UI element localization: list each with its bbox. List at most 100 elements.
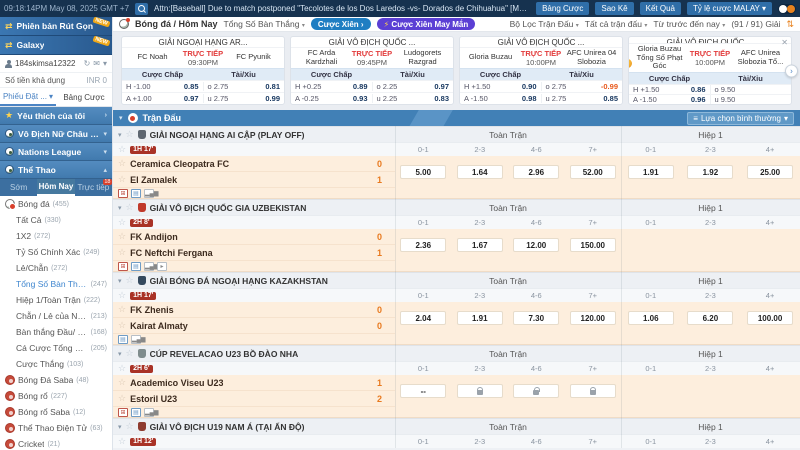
sidebar-tab-Sớm[interactable]: Sớm xyxy=(0,179,37,196)
favorite-star-icon[interactable]: ☆ xyxy=(118,144,126,155)
section-league-title[interactable]: ▾☆CÚP REVELACAO U23 BỒ ĐÀO NHA xyxy=(113,348,395,359)
market-dropdown[interactable]: Tổng Số Bàn Thắng ▾ xyxy=(224,19,305,29)
lucky-parlay-button[interactable]: ⚡ Cược Xiên May Mắn xyxy=(377,18,476,30)
statement-button[interactable]: Sao Kê xyxy=(595,2,633,15)
favorite-star-icon[interactable]: ☆ xyxy=(126,129,134,140)
odds-button[interactable]: 1.06 xyxy=(628,311,674,325)
chart-icon[interactable]: ▂▄▆ xyxy=(144,262,154,271)
favorite-star-icon[interactable]: ☆ xyxy=(126,202,134,213)
search-icon[interactable] xyxy=(135,3,148,15)
statistics-icon[interactable]: ▤ xyxy=(118,335,128,344)
team-row[interactable]: ☆Academico Viseu U231 xyxy=(113,375,395,391)
sidebar-tab-Trực tiếp[interactable]: Trực tiếp18 xyxy=(75,179,112,196)
sidebar-item[interactable]: Cược Thắng(103) xyxy=(0,356,112,372)
favorite-star-icon[interactable]: ☆ xyxy=(118,393,126,404)
parlay-button[interactable]: Cược Xiên › xyxy=(311,18,371,30)
odds-button[interactable]: 7.30 xyxy=(513,311,559,325)
over-under-cell[interactable]: o 2.75-0.99 xyxy=(541,82,623,91)
favorite-star-icon[interactable]: ☆ xyxy=(118,231,126,242)
odds-button[interactable]: 2.04 xyxy=(400,311,446,325)
bet-list-button[interactable]: Bảng Cược xyxy=(536,2,589,15)
sidebar-section-2[interactable]: Nations League▾ xyxy=(0,143,112,161)
bet-list-tab[interactable]: Bảng Cược xyxy=(56,93,112,102)
odds-button[interactable]: 2.36 xyxy=(400,238,446,252)
team-row[interactable]: ☆El Zamalek1 xyxy=(113,172,395,188)
all-matches-dropdown[interactable]: Tất cả trận đấu ▾ xyxy=(585,19,648,29)
odds-grid-icon[interactable]: ⊞ xyxy=(118,262,128,271)
sidebar-item[interactable]: Bóng rổ Saba(12) xyxy=(0,404,112,420)
over-under-cell[interactable]: o 9.50 xyxy=(710,85,792,94)
over-under-cell[interactable]: u 2.250.83 xyxy=(372,94,454,103)
over-under-cell[interactable]: o 2.750.81 xyxy=(203,82,285,91)
odds-button[interactable]: 100.00 xyxy=(747,311,793,325)
odds-button[interactable]: 1.92 xyxy=(687,165,733,179)
over-under-cell[interactable]: u 2.750.99 xyxy=(203,94,285,103)
odds-button[interactable]: 120.00 xyxy=(570,311,616,325)
favorite-star-icon[interactable]: ☆ xyxy=(118,304,126,315)
mail-icon[interactable]: ✉ xyxy=(93,59,100,68)
odds-button[interactable]: 6.20 xyxy=(687,311,733,325)
favorite-star-icon[interactable]: ☆ xyxy=(126,421,134,432)
over-under-cell[interactable]: o 2.250.97 xyxy=(372,82,454,91)
team-row[interactable]: ☆Ceramica Cleopatra FC0 xyxy=(113,156,395,172)
handicap-cell[interactable]: A -1.500.98 xyxy=(460,94,541,103)
handicap-cell[interactable]: H +0.250.89 xyxy=(291,82,372,91)
odds-button[interactable]: 1.91 xyxy=(457,311,503,325)
odds-button[interactable]: 5.00 xyxy=(400,165,446,179)
favorite-star-icon[interactable]: ☆ xyxy=(118,320,126,331)
compact-version-banner[interactable]: ⇄ Phiên bản Rút Gọn NEW xyxy=(0,17,112,36)
sidebar-item[interactable]: Chẵn / Lẻ của Nửa trậ...(213) xyxy=(0,308,112,324)
sidebar-item[interactable]: Cá Cược Tổng Hợp(205) xyxy=(0,340,112,356)
sidebar-item[interactable]: Bóng rổ(227) xyxy=(0,388,112,404)
section-league-title[interactable]: ▾☆GIẢI NGOẠI HẠNG AI CẬP (PLAY OFF) xyxy=(113,129,395,140)
odds-grid-icon[interactable]: ⊞ xyxy=(118,189,128,198)
team-row[interactable]: ☆FK Zhenis0 xyxy=(113,302,395,318)
sidebar-item[interactable]: Cricket(21) xyxy=(0,436,112,450)
odds-button[interactable]: 2.96 xyxy=(513,165,559,179)
odds-button[interactable]: 1.91 xyxy=(628,165,674,179)
odds-button[interactable]: 1.64 xyxy=(457,165,503,179)
favorite-star-icon[interactable]: ☆ xyxy=(118,436,126,447)
odds-grid-icon[interactable]: ⊞ xyxy=(118,408,128,417)
results-button[interactable]: Kết Quả xyxy=(640,2,681,15)
live-stream-icon[interactable]: ▸ xyxy=(157,262,167,271)
section-league-title[interactable]: ▾☆GIẢI BÓNG ĐÁ NGOẠI HẠNG KAZAKHSTAN xyxy=(113,275,395,286)
odds-button[interactable]: 1.67 xyxy=(457,238,503,252)
sort-icon[interactable]: ⇅ xyxy=(786,19,794,30)
theme-toggle[interactable] xyxy=(778,4,796,14)
odds-button[interactable]: 25.00 xyxy=(747,165,793,179)
statistics-icon[interactable]: ▤ xyxy=(131,408,141,417)
refresh-icon[interactable]: ↻ xyxy=(84,59,91,68)
section-league-title[interactable]: ▾☆GIẢI VÔ ĐỊCH U19 NAM Á (TẠI ẤN ĐỘ) xyxy=(113,421,395,432)
bet-slip-tab[interactable]: Phiếu Đặt ... ▾ xyxy=(0,88,56,106)
handicap-cell[interactable]: H -1.000.85 xyxy=(122,82,203,91)
sidebar-item[interactable]: Hiệp 1/Toàn Trận(222) xyxy=(0,292,112,308)
handicap-cell[interactable]: A -0.250.93 xyxy=(291,94,372,103)
odds-button[interactable]: -- xyxy=(400,384,446,398)
handicap-cell[interactable]: H +1.500.90 xyxy=(460,82,541,91)
section-league-title[interactable]: ▾☆GIẢI VÔ ĐỊCH QUỐC GIA UZBEKISTAN xyxy=(113,202,395,213)
odds-button[interactable]: 150.00 xyxy=(570,238,616,252)
team-row[interactable]: ☆FC Neftchi Fergana1 xyxy=(113,245,395,261)
favorite-star-icon[interactable]: ☆ xyxy=(118,247,126,258)
odds-type-dropdown[interactable]: Tỷ lệ cược MALAY ▾ xyxy=(687,2,772,15)
sidebar-item[interactable]: Tất Cả(330) xyxy=(0,212,112,228)
collapse-chevron-icon[interactable]: ▾ xyxy=(119,114,123,122)
close-icon[interactable]: ✕ xyxy=(781,38,788,47)
team-row[interactable]: ☆Kairat Almaty0 xyxy=(113,318,395,334)
statistics-icon[interactable]: ▤ xyxy=(131,262,141,271)
over-under-cell[interactable]: u 2.750.85 xyxy=(541,94,623,103)
sidebar-section-0[interactable]: ★Yêu thích của tôi› xyxy=(0,107,112,125)
sidebar-item[interactable]: Thể Thao Điện Tử(63) xyxy=(0,420,112,436)
display-filter-button[interactable]: ≡ Lựa chọn bình thường ▾ xyxy=(687,112,794,125)
time-range-dropdown[interactable]: Từ trước đến nay ▾ xyxy=(653,19,725,29)
sidebar-tab-Hôm Nay[interactable]: Hôm Nay xyxy=(37,179,74,196)
chart-icon[interactable]: ▂▄▆ xyxy=(144,408,154,417)
odds-button[interactable]: 12.00 xyxy=(513,238,559,252)
team-row[interactable]: ☆FK Andijon0 xyxy=(113,229,395,245)
match-filter-dropdown[interactable]: Bộ Lọc Trận Đấu ▾ xyxy=(510,19,579,29)
sidebar-section-3[interactable]: Thể Thao▴ xyxy=(0,161,112,179)
favorite-star-icon[interactable]: ☆ xyxy=(118,377,126,388)
sidebar-item[interactable]: Bàn thắng Đầu/ Cuối(168) xyxy=(0,324,112,340)
sidebar-item[interactable]: 1X2(272) xyxy=(0,228,112,244)
